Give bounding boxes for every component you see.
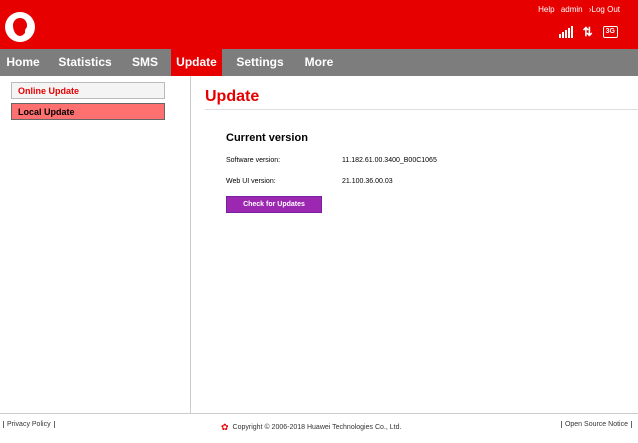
nav-more[interactable]: More <box>298 49 340 76</box>
copyright: ✿ Copyright © 2006-2018 Huawei Technolog… <box>221 423 401 432</box>
software-version-label: Software version: <box>226 157 281 164</box>
signal-strength-icon <box>558 26 573 38</box>
sidebar-item-online-update[interactable]: Online Update <box>11 82 165 99</box>
privacy-policy-link[interactable]: Privacy Policy <box>3 421 55 428</box>
help-link[interactable]: Help <box>538 5 554 14</box>
network-type-badge: 3G <box>602 26 618 38</box>
header-bar: Help admin ›Log Out ⇅ 3G <box>0 0 638 49</box>
main-nav: Home Statistics SMS Update Settings More <box>0 49 638 76</box>
admin-link[interactable]: admin <box>561 5 583 14</box>
sidebar-item-local-update[interactable]: Local Update <box>11 103 165 120</box>
huawei-logo-icon: ✿ <box>221 422 229 432</box>
section-title: Current version <box>226 132 308 144</box>
vodafone-logo-icon <box>5 12 35 42</box>
status-icons: ⇅ 3G <box>558 25 618 39</box>
footer-divider <box>0 413 638 414</box>
page-title: Update <box>205 88 260 105</box>
nav-update[interactable]: Update <box>171 49 222 76</box>
check-for-updates-button[interactable]: Check for Updates <box>226 196 322 213</box>
title-divider <box>205 109 638 110</box>
data-transfer-icon: ⇅ <box>582 25 593 39</box>
nav-settings[interactable]: Settings <box>228 49 292 76</box>
sidebar: Online Update Local Update <box>11 82 165 120</box>
top-links: Help admin ›Log Out <box>534 5 620 14</box>
logout-link[interactable]: ›Log Out <box>589 5 620 14</box>
nav-sms[interactable]: SMS <box>124 49 166 76</box>
software-version-value: 11.182.61.00.3400_B00C1065 <box>342 157 437 164</box>
nav-home[interactable]: Home <box>0 49 46 76</box>
open-source-notice-link[interactable]: Open Source Notice <box>560 421 632 428</box>
web-ui-version-value: 21.100.36.00.03 <box>342 178 393 185</box>
vertical-divider <box>190 76 191 413</box>
copyright-text: Copyright © 2006-2018 Huawei Technologie… <box>232 424 402 431</box>
nav-statistics[interactable]: Statistics <box>50 49 120 76</box>
web-ui-version-label: Web UI version: <box>226 178 276 185</box>
